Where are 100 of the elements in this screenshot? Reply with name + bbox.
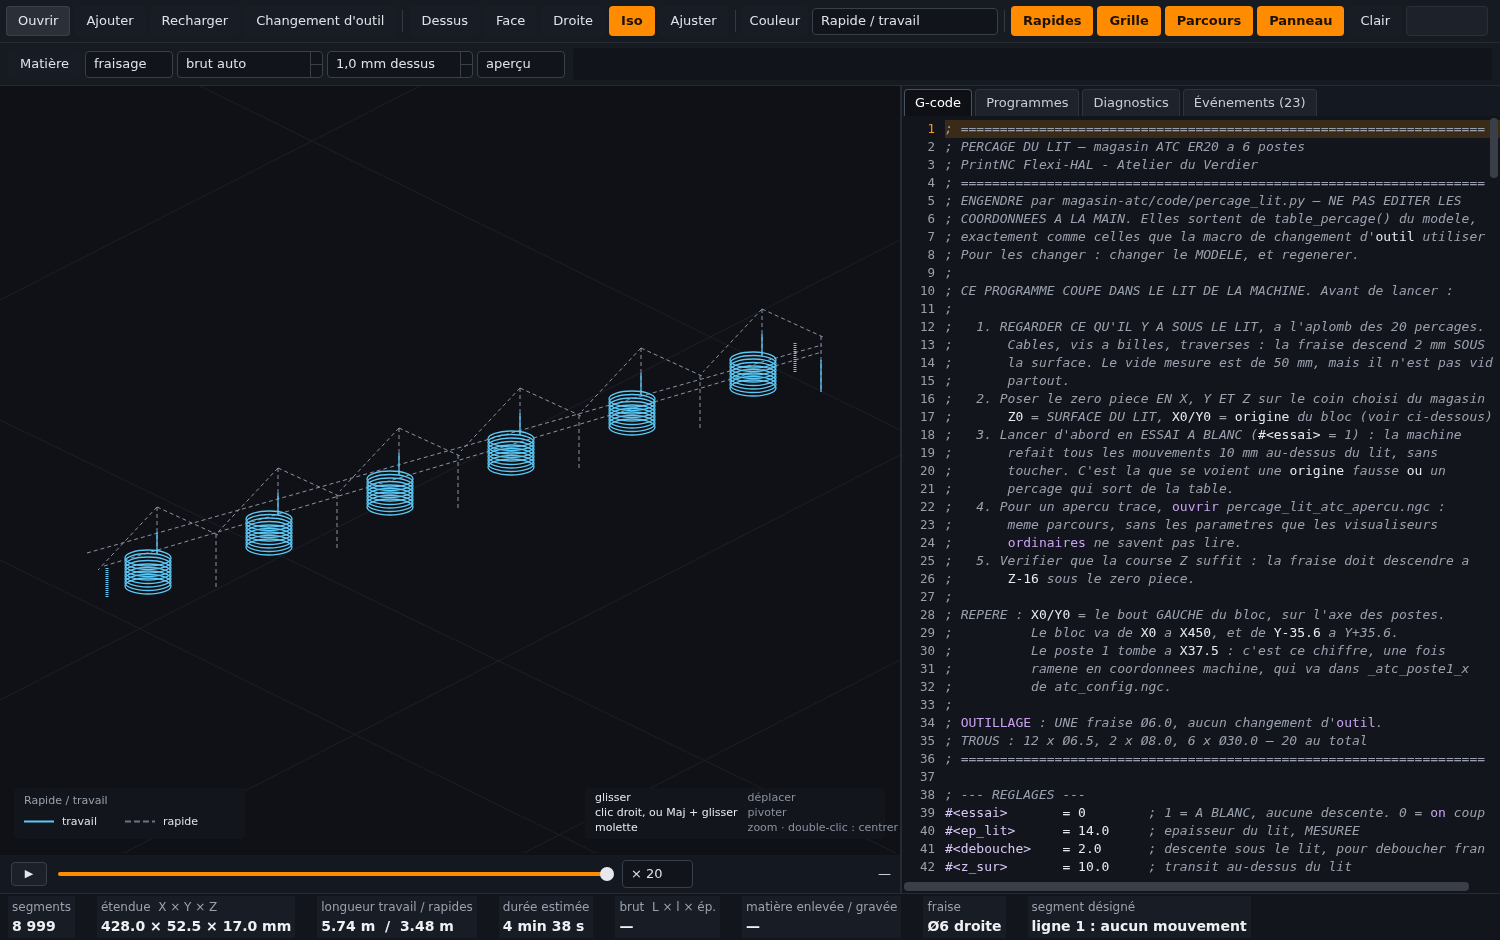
code-line: ; la surface. Le vide mesure est de 50 mm, mais il n'est pas vid <box>945 354 1493 373</box>
toolbar-button[interactable]: Panneau <box>1257 6 1345 36</box>
help-action: zoom · double-clic : centrer <box>747 821 899 836</box>
line-number: 13 <box>918 335 935 354</box>
solid-line-icon <box>24 820 54 824</box>
code-line: ; 3. Lancer d'abord en ESSAI A BLANC (#<essai> = 1) : la machine <box>945 426 1462 445</box>
line-number: 32 <box>918 677 935 696</box>
vertical-scrollbar[interactable] <box>1490 118 1498 178</box>
code-line: ; <box>945 588 953 607</box>
code-line: ; OUTILLAGE : UNE fraise Ø6.0, aucun changement d'outil. <box>945 714 1384 733</box>
line-number: 22 <box>918 497 935 516</box>
line-number: 38 <box>918 785 935 804</box>
status-label: matière enlevée / gravée <box>746 899 898 916</box>
line-number: 7 <box>926 227 935 246</box>
code-line: ; =================================================================== <box>945 750 1486 769</box>
line-number: 6 <box>926 209 935 228</box>
status-value: — <box>746 917 762 936</box>
line-number: 27 <box>918 587 935 606</box>
slider-thumb[interactable] <box>600 867 614 881</box>
status-value: ligne 1 : aucun mouvement <box>1031 917 1247 936</box>
toolbar-button[interactable]: Rapides <box>1011 6 1094 36</box>
toolbar-button[interactable]: Ouvrir <box>6 6 71 36</box>
help-gesture: molette <box>595 821 639 836</box>
panel-tab[interactable]: Programmes <box>975 89 1080 116</box>
line-number: 34 <box>918 713 935 732</box>
line-number: 40 <box>918 821 935 840</box>
line-number: 24 <box>918 533 935 552</box>
line-number: 23 <box>918 515 935 534</box>
line-number: 25 <box>918 551 935 570</box>
code-line: ; toucher. C'est la que se voient une origine fausse ou un <box>945 462 1446 481</box>
line-number: 4 <box>926 173 935 192</box>
code-line: ; ramene en coordonnees machine, qui va dans _atc_poste1_x <box>945 660 1470 679</box>
line-number: 30 <box>918 641 935 660</box>
dashed-line-icon <box>124 820 155 824</box>
status-value: 428.0 × 52.5 × 17.0 mm <box>100 917 292 936</box>
code-line: ; --- REGLAGES --- <box>945 786 1086 805</box>
status-value: 4 min 38 s <box>502 917 586 936</box>
collapse-button[interactable]: — <box>878 864 891 884</box>
panel-tab[interactable]: Diagnostics <box>1082 89 1180 116</box>
line-number: 36 <box>918 749 935 768</box>
status-label: segment désigné <box>1031 899 1137 916</box>
horizontal-scrollbar[interactable] <box>904 882 1469 891</box>
code-line: ; TROUS : 12 x Ø6.5, 2 x Ø8.0, 6 x Ø30.0 — 20 au total <box>945 732 1368 751</box>
text-field[interactable]: fraisage <box>84 50 173 78</box>
status-label: segments <box>12 899 71 916</box>
status-label: fraise <box>927 899 962 916</box>
line-number: 42 <box>918 857 935 876</box>
color-select[interactable]: Rapide / travail <box>812 7 999 35</box>
line-number: 33 <box>918 695 935 714</box>
code-line: ; de atc_config.ngc. <box>945 678 1172 697</box>
status-label: longueur travail / rapides <box>321 899 473 916</box>
line-number: 26 <box>918 569 935 588</box>
code-line: #<z_sur> = 10.0 ; transit au-dessus du lit <box>945 858 1352 877</box>
line-number: 41 <box>918 839 935 858</box>
line-number: 37 <box>918 767 935 786</box>
code-line: ; partout. <box>945 372 1071 391</box>
help-gesture: clic droit, ou Maj + glisser <box>595 806 738 821</box>
code-line: ; 4. Pour un apercu trace, ouvrir percage_lit_atc_apercu.ngc : <box>945 498 1446 517</box>
help-gesture: glisser <box>595 791 632 806</box>
line-number: 18 <box>918 425 935 444</box>
viewport[interactable]: Rapide / travail travail rapide glisser déplacer clic droit, ou Maj + glisser pivoter molette zoom · double-clic : centrer <box>0 86 900 855</box>
line-number: 28 <box>918 605 935 624</box>
toolbar-button[interactable]: Iso <box>609 6 655 36</box>
legend-label: rapide <box>162 813 198 830</box>
line-number: 12 <box>918 317 935 336</box>
line-number: 19 <box>918 443 935 462</box>
toolbar-button[interactable]: Grille <box>1097 6 1161 36</box>
code-line: ; REPERE : X0/Y0 = le bout GAUCHE du bloc, sur l'axe des postes. <box>945 606 1446 625</box>
code-line: ; ENGENDRE par magasin-atc/code/percage_lit.py — NE PAS EDITER LES <box>945 192 1462 211</box>
code-line: ; Le poste 1 tombe a X37.5 : c'est ce chiffre, une fois <box>945 642 1446 661</box>
legend-title: Rapide / travail <box>24 793 109 809</box>
line-number: 17 <box>918 407 935 426</box>
status-value: — <box>619 917 635 936</box>
code-line: ; <box>945 264 953 283</box>
line-number: 39 <box>918 803 935 822</box>
status-label: durée estimée <box>502 899 590 916</box>
code-line: ; CE PROGRAMME COUPE DANS LE LIT DE LA MACHINE. Avant de lancer : <box>945 282 1454 301</box>
panel-tab[interactable]: Événements (23) <box>1182 89 1317 116</box>
panel-tab[interactable]: G-code <box>904 89 973 116</box>
code-line: ; COORDONNEES A LA MAIN. Elles sortent de table_percage() du modele, <box>945 210 1478 229</box>
code-line: #<ep_lit> = 14.0 ; epaisseur du lit, MESUREE <box>945 822 1360 841</box>
code-line: ; ordinaires ne savent pas lire. <box>945 534 1243 553</box>
status-label: étendue X × Y × Z <box>100 899 219 916</box>
line-number: 16 <box>918 389 935 408</box>
line-number: 3 <box>926 155 935 174</box>
line-number: 35 <box>918 731 935 750</box>
speed-field[interactable]: × 20 <box>622 860 693 888</box>
spin-field[interactable]: brut auto <box>176 50 323 78</box>
code-line: ; Z-16 sous le zero piece. <box>945 570 1196 589</box>
status-value: 8 999 <box>12 917 57 936</box>
code-line: ; =================================================================== <box>945 120 1486 139</box>
help-action: déplacer <box>747 791 797 806</box>
toolbar-button[interactable]: Parcours <box>1164 6 1254 36</box>
line-number: 20 <box>918 461 935 480</box>
line-number: 31 <box>918 659 935 678</box>
play-button[interactable]: ▶ <box>11 862 47 886</box>
legend-label: travail <box>62 813 97 830</box>
text-field[interactable]: aperçu <box>476 50 565 78</box>
code-line: #<essai> = 0 ; 1 = A BLANC, aucune descente. 0 = on coup <box>945 804 1486 823</box>
spin-field[interactable]: 1,0 mm dessus <box>326 50 473 78</box>
